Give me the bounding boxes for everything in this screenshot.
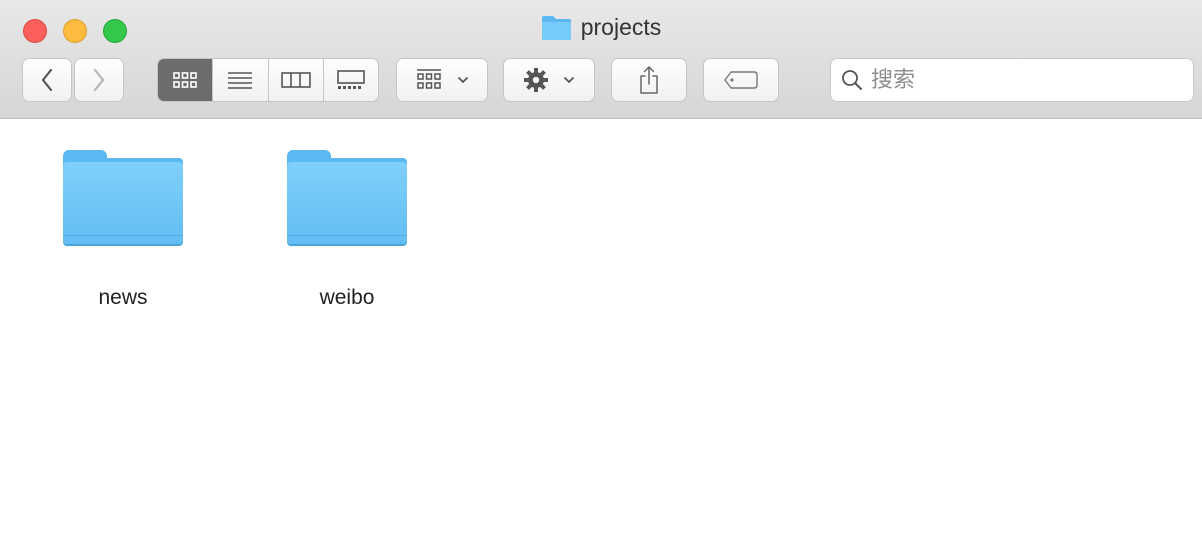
share-icon bbox=[640, 66, 658, 94]
back-button[interactable] bbox=[22, 58, 72, 102]
folder-name: weibo bbox=[319, 286, 375, 309]
folder-item-weibo[interactable]: weibo bbox=[272, 148, 422, 310]
folder-item-news[interactable]: news bbox=[48, 148, 198, 310]
search-icon bbox=[842, 70, 862, 90]
column-view-icon bbox=[280, 72, 311, 88]
chevron-down-icon bbox=[458, 77, 468, 84]
tags-button[interactable] bbox=[703, 58, 779, 102]
tag-icon bbox=[724, 71, 758, 89]
list-view-button[interactable] bbox=[213, 59, 269, 101]
file-browser: news weibo bbox=[0, 120, 1202, 556]
share-button[interactable] bbox=[611, 58, 687, 102]
chevron-right-icon bbox=[93, 68, 105, 92]
list-view-icon bbox=[228, 72, 253, 89]
forward-button[interactable] bbox=[74, 58, 124, 102]
search-input[interactable] bbox=[871, 67, 1171, 93]
gallery-view-icon bbox=[337, 70, 365, 89]
folder-name: news bbox=[98, 286, 148, 309]
column-view-button[interactable] bbox=[269, 59, 324, 101]
title-toolbar: projects bbox=[0, 0, 1202, 119]
gear-icon bbox=[524, 68, 548, 92]
window-title-text: projects bbox=[580, 14, 662, 40]
chevron-down-icon bbox=[564, 77, 574, 84]
folder-icon bbox=[287, 148, 407, 246]
icon-view-button[interactable] bbox=[158, 59, 214, 101]
window-title: projects bbox=[0, 14, 1202, 41]
arrange-button[interactable] bbox=[396, 58, 488, 102]
folder-icon bbox=[541, 15, 571, 40]
arrange-grid-icon bbox=[417, 69, 441, 89]
search-field[interactable] bbox=[830, 58, 1194, 102]
folder-icon bbox=[63, 148, 183, 246]
chevron-left-icon bbox=[41, 68, 53, 92]
gallery-view-button[interactable] bbox=[324, 59, 378, 101]
icon-view-icon bbox=[173, 72, 197, 88]
view-mode-selector bbox=[157, 58, 379, 102]
finder-window: projects 搜索 news weibo bbox=[0, 0, 1202, 556]
action-button[interactable] bbox=[503, 58, 595, 102]
